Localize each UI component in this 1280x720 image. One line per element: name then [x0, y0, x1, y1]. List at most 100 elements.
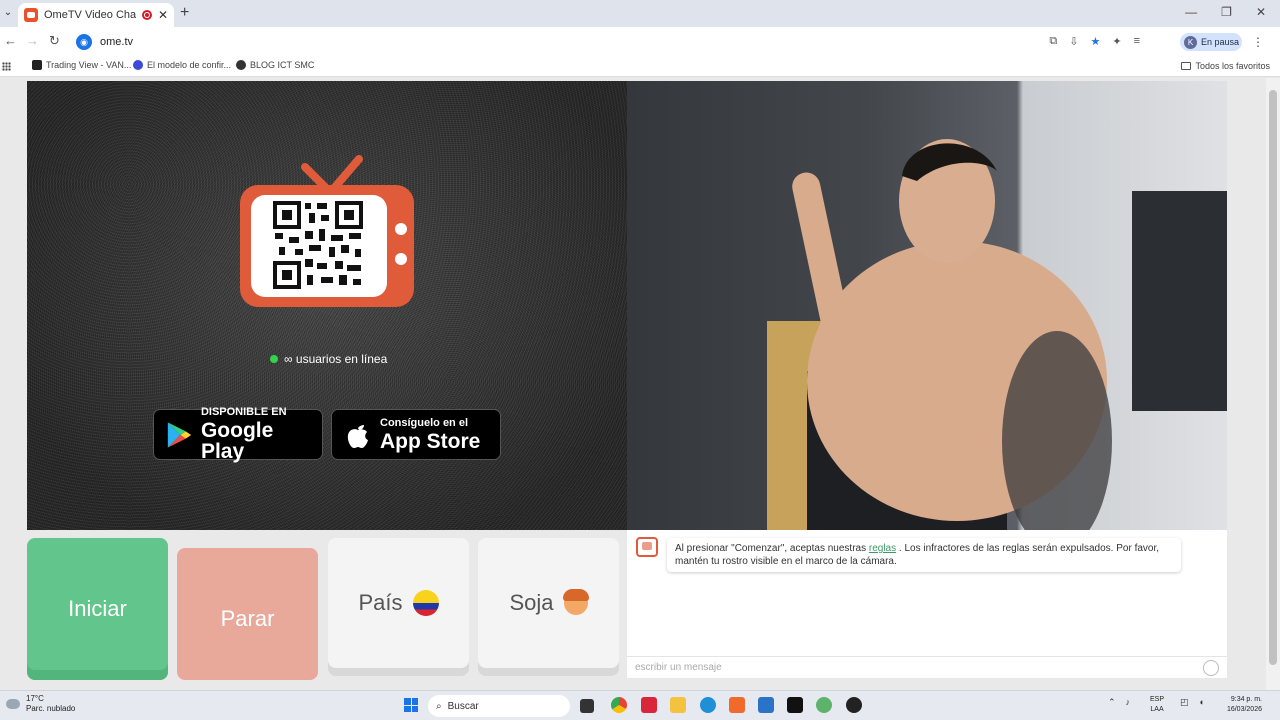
- edge-icon[interactable]: [700, 697, 716, 713]
- close-window-icon[interactable]: ✕: [1256, 5, 1266, 19]
- input-language[interactable]: ESP LAA: [1150, 695, 1164, 715]
- gender-filter-button[interactable]: Soja: [478, 538, 619, 668]
- bookmark-site-icon: [133, 60, 143, 70]
- network-volume[interactable]: ◰ ◖: [1180, 697, 1204, 708]
- all-favorites[interactable]: Todos los favoritos: [1181, 61, 1270, 71]
- weather-widget[interactable]: 17°C Parc. nublado: [6, 694, 75, 714]
- camera-feed-image: [767, 139, 1227, 530]
- clock-date: 16/03/2026: [1226, 706, 1262, 713]
- start-button[interactable]: Iniciar: [27, 538, 168, 680]
- reload-icon[interactable]: ↻: [49, 33, 60, 49]
- colombia-flag-icon: [412, 590, 439, 616]
- message-text: Al presionar "Comenzar", aceptas nuestra…: [675, 543, 869, 554]
- app-store-small-text: Consíguelo en el: [380, 416, 469, 429]
- rules-link[interactable]: reglas: [869, 543, 896, 554]
- install-icon[interactable]: ⇩: [1069, 35, 1078, 48]
- page-scrollbar[interactable]: [1266, 78, 1280, 690]
- task-view-icon[interactable]: [580, 699, 594, 713]
- browser-toolbar: ← → ↻ ◉ ome.tv ⧉ ⇩ ★ ✦ ≡: [0, 27, 1280, 57]
- cloud-icon: [6, 699, 20, 709]
- bookmarks-bar: Trading View - VAN... El modelo de confi…: [0, 57, 1280, 77]
- profile-button[interactable]: K En pausa: [1180, 33, 1242, 51]
- browser-tab[interactable]: OmeTV Video Chat — Alte ✕: [18, 3, 174, 27]
- chrome-icon[interactable]: [611, 697, 627, 713]
- forward-icon[interactable]: →: [26, 33, 39, 48]
- url-text: ome.tv: [100, 36, 134, 48]
- chat-input-bar[interactable]: escribir un mensaje: [627, 656, 1227, 678]
- app-store-button[interactable]: Consíguelo en el App Store: [331, 409, 501, 460]
- online-users-text: ∞ usuarios en línea: [284, 352, 388, 366]
- network-icon: ◰: [1180, 697, 1189, 707]
- chat-input-placeholder[interactable]: escribir un mensaje: [635, 662, 722, 673]
- youtube-icon[interactable]: [641, 697, 657, 713]
- system-clock[interactable]: 9:34 p. m. 16/03/2026: [1214, 695, 1262, 715]
- bookmark-label: Trading View - VAN...: [46, 60, 132, 70]
- ometv-favicon-icon: [24, 8, 38, 22]
- windows-start-icon[interactable]: [404, 698, 418, 712]
- maximize-icon[interactable]: ❐: [1221, 5, 1232, 19]
- tradingview-app-icon[interactable]: [787, 697, 803, 713]
- self-camera-video: [627, 81, 1227, 530]
- back-icon[interactable]: ←: [4, 33, 17, 48]
- app-icon[interactable]: [816, 697, 832, 713]
- ometv-logo-icon: [636, 537, 658, 557]
- tab-bar: ⌄ OmeTV Video Chat — Alte ✕ + — ❐ ✕: [0, 0, 1280, 27]
- site-info-icon[interactable]: ◉: [76, 34, 92, 50]
- tab-search-icon[interactable]: ⌄: [2, 7, 14, 19]
- scrollbar-thumb[interactable]: [1269, 90, 1277, 665]
- taskbar-search[interactable]: ⌕ Buscar: [428, 695, 570, 717]
- gender-label: Soja: [509, 590, 554, 615]
- online-dot-icon: [270, 355, 278, 363]
- clock-time: 9:34 p. m.: [1230, 696, 1262, 703]
- chevron-up-icon[interactable]: ⌃: [1108, 697, 1116, 708]
- google-play-big-text: Google Play: [200, 419, 274, 463]
- extensions-icon[interactable]: ✦: [1112, 35, 1121, 48]
- google-play-small-text: DISPONIBLE EN: [200, 406, 287, 418]
- lang-bottom: LAA: [1150, 706, 1164, 713]
- system-message: Al presionar "Comenzar", aceptas nuestra…: [667, 538, 1181, 572]
- partner-video-panel: ∞ usuarios en línea DISPONIBLE EN Google…: [27, 81, 627, 530]
- bookmark-star-icon[interactable]: ★: [1090, 35, 1100, 48]
- search-label: Buscar: [447, 700, 479, 712]
- bookmark-item[interactable]: Trading View - VAN...: [32, 60, 131, 70]
- country-filter-button[interactable]: País: [328, 538, 469, 668]
- avatar: K: [1184, 35, 1197, 49]
- media-icon[interactable]: ≡: [1134, 35, 1140, 48]
- close-tab-icon[interactable]: ✕: [158, 8, 168, 22]
- apple-icon: [347, 424, 368, 448]
- start-button-label: Iniciar: [68, 596, 127, 621]
- online-users-indicator: ∞ usuarios en línea: [270, 352, 387, 366]
- bookmark-item[interactable]: BLOG ICT SMC: [236, 60, 314, 70]
- windows-taskbar: 17°C Parc. nublado ⌕ Buscar ⌃ ♪ ESP LAA …: [0, 690, 1280, 720]
- globe-icon: [236, 60, 246, 70]
- address-bar[interactable]: ◉ ome.tv: [72, 30, 1172, 54]
- minimize-icon[interactable]: —: [1185, 5, 1197, 19]
- country-label: País: [358, 590, 403, 615]
- profile-label: En pausa: [1201, 37, 1240, 47]
- store-icon[interactable]: [758, 697, 774, 713]
- new-tab-icon[interactable]: +: [180, 4, 189, 22]
- bookmark-item[interactable]: El modelo de confir...: [133, 60, 231, 70]
- system-tray: ⌃ ♪: [1108, 697, 1130, 708]
- brave-icon[interactable]: [729, 697, 745, 713]
- microphone-icon[interactable]: ♪: [1126, 697, 1131, 708]
- ometv-page: ∞ usuarios en línea DISPONIBLE EN Google…: [0, 78, 1280, 690]
- chat-panel: Al presionar "Comenzar", aceptas nuestra…: [627, 530, 1227, 678]
- weather-temp: 17°C: [26, 694, 44, 703]
- menu-icon[interactable]: ⋮: [1252, 35, 1264, 49]
- stop-button[interactable]: Parar: [177, 548, 318, 680]
- bookmark-label: El modelo de confir...: [147, 60, 232, 70]
- toolbar-icons: ⧉ ⇩ ★ ✦ ≡: [1049, 35, 1140, 48]
- bookmark-label: BLOG ICT SMC: [250, 60, 315, 70]
- search-icon: ⌕: [436, 700, 442, 712]
- weather-desc: Parc. nublado: [26, 704, 76, 713]
- google-play-button[interactable]: DISPONIBLE EN Google Play: [153, 406, 323, 463]
- apps-grid-icon[interactable]: [2, 62, 11, 71]
- favorites-label: Todos los favoritos: [1195, 61, 1270, 71]
- emoji-icon[interactable]: [1203, 660, 1219, 676]
- file-explorer-icon[interactable]: [670, 697, 686, 713]
- volume-icon: ◖: [1198, 697, 1204, 707]
- tab-title: OmeTV Video Chat — Alte: [44, 9, 136, 21]
- recorder-icon[interactable]: [846, 697, 862, 713]
- translate-icon[interactable]: ⧉: [1049, 35, 1057, 48]
